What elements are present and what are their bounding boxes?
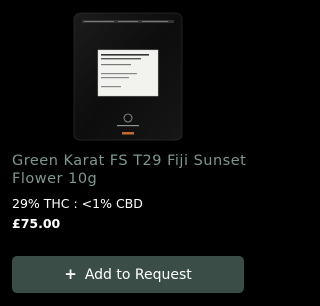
add-to-request-label: Add to Request [84, 266, 192, 283]
plus-icon: + [64, 265, 77, 283]
product-package-image[interactable] [68, 8, 188, 143]
product-title[interactable]: Green Karat FS T29 Fiji Sunset Flower 10… [12, 152, 248, 188]
product-card: Green Karat FS T29 Fiji Sunset Flower 10… [0, 0, 256, 306]
price-label: £75.00 [12, 216, 61, 231]
add-to-request-button[interactable]: + Add to Request [12, 256, 244, 293]
potency-label: 29% THC : <1% CBD [12, 196, 143, 211]
